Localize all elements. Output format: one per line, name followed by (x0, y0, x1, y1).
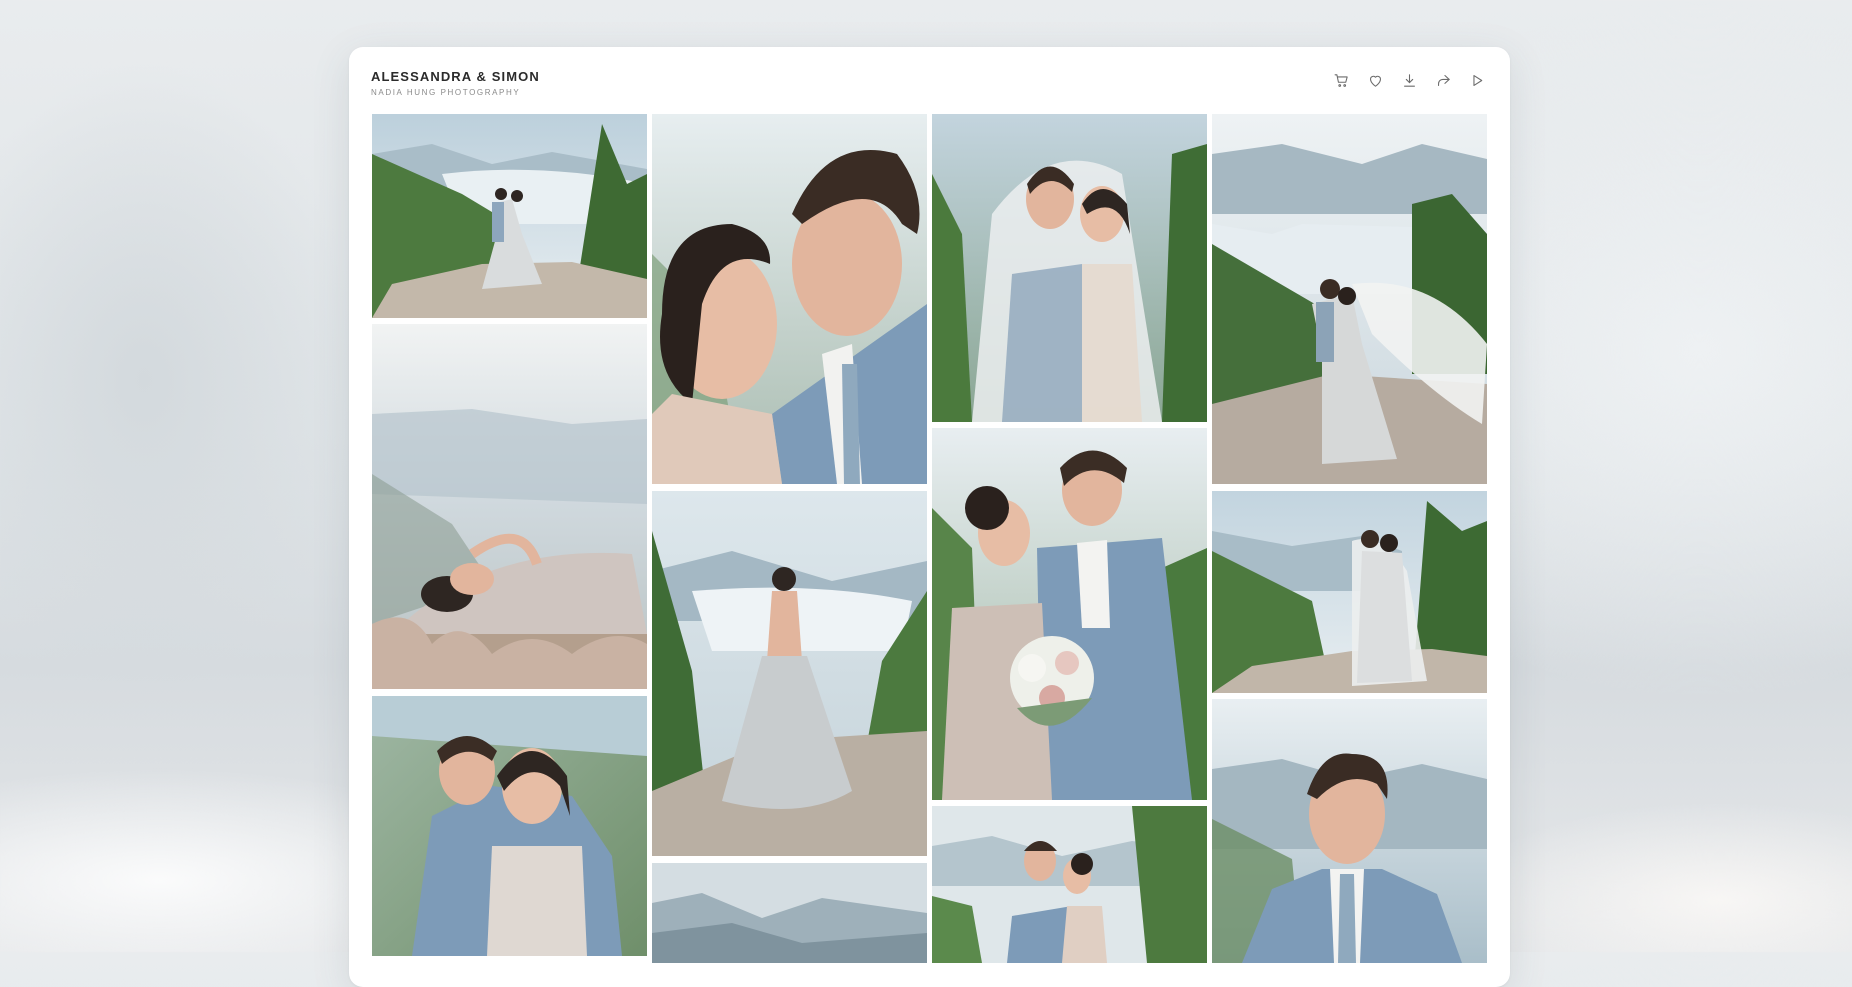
photo-mountain-lake-view[interactable] (652, 863, 927, 963)
photo-couple-veil-cliff[interactable] (1212, 491, 1487, 693)
photo-image (932, 114, 1207, 422)
photo-couple-closeup-smile[interactable] (652, 114, 927, 484)
play-icon (1472, 74, 1482, 86)
photo-image (932, 806, 1207, 963)
photo-image (652, 114, 927, 484)
photo-image (1212, 491, 1487, 693)
gallery-subtitle: NADIA HUNG PHOTOGRAPHY (371, 88, 521, 97)
photo-bride-lying-flowers[interactable] (372, 324, 647, 689)
gallery-window: ALESSANDRA & SIMON NADIA HUNG PHOTOGRAPH… (349, 47, 1510, 987)
photo-image (372, 696, 647, 956)
gallery-toolbar (1330, 69, 1488, 91)
photo-couple-embrace-cliff[interactable] (372, 114, 647, 318)
cart-button[interactable] (1330, 69, 1352, 91)
photo-image (932, 428, 1207, 800)
share-icon (1437, 74, 1450, 86)
download-icon (1403, 73, 1415, 87)
background-fog (0, 60, 360, 700)
photo-couple-kiss[interactable] (932, 806, 1207, 963)
gallery-header: ALESSANDRA & SIMON NADIA HUNG PHOTOGRAPH… (371, 69, 1488, 109)
photo-image (372, 114, 647, 318)
photo-groom-portrait[interactable] (1212, 699, 1487, 963)
photo-image (1212, 699, 1487, 963)
photo-image (372, 324, 647, 689)
photo-couple-under-veil[interactable] (932, 114, 1207, 422)
photo-image (652, 863, 927, 963)
photo-couple-veil-wind[interactable] (1212, 114, 1487, 484)
photo-image (652, 491, 927, 856)
slideshow-button[interactable] (1466, 69, 1488, 91)
heart-icon (1369, 75, 1381, 87)
favorite-button[interactable] (1364, 69, 1386, 91)
share-button[interactable] (1432, 69, 1454, 91)
download-button[interactable] (1398, 69, 1420, 91)
photo-groom-hugging-bride[interactable] (372, 696, 647, 956)
gallery-title: ALESSANDRA & SIMON (371, 69, 540, 84)
photo-couple-with-bouquet[interactable] (932, 428, 1207, 800)
photo-bride-back-view[interactable] (652, 491, 927, 856)
cart-icon (1334, 73, 1348, 87)
photo-image (1212, 114, 1487, 484)
